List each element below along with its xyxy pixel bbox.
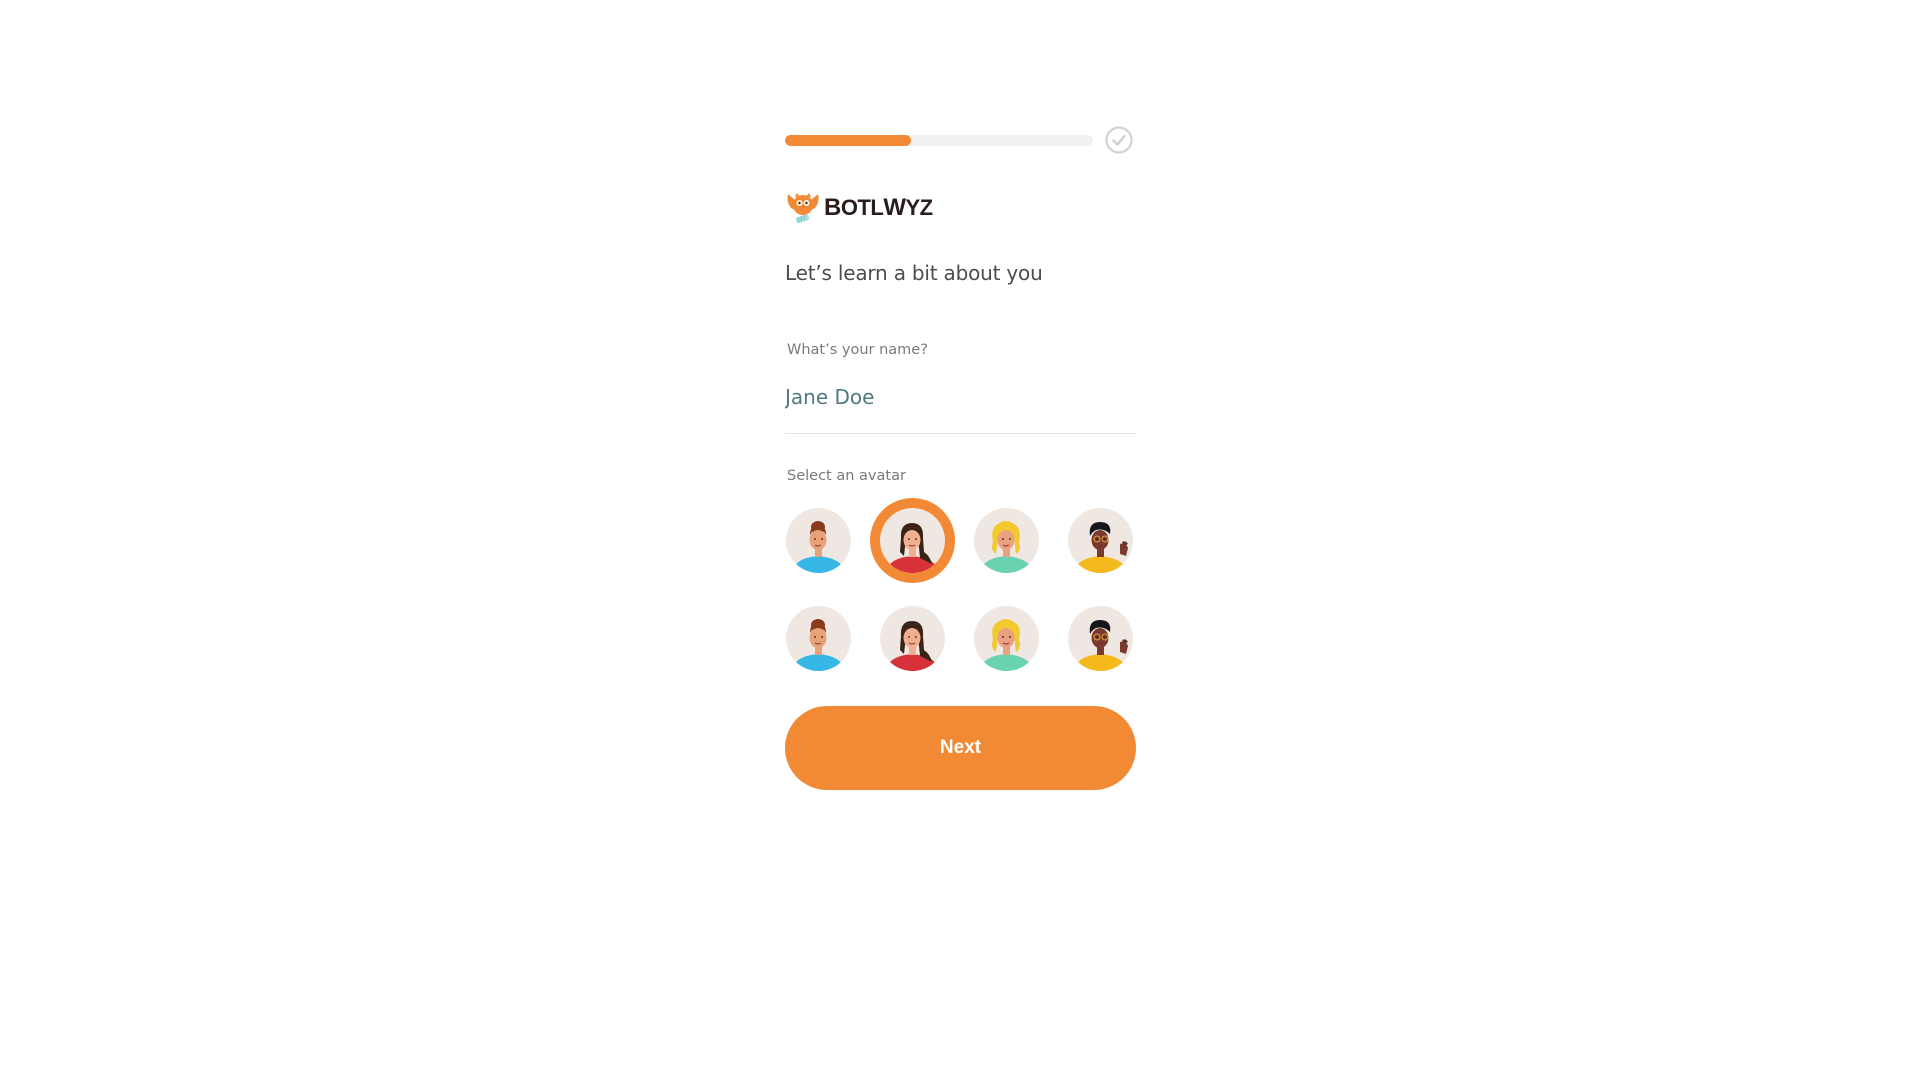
name-field-label: What’s your name? <box>787 342 928 358</box>
avatar-image <box>886 523 940 573</box>
avatar-image <box>980 521 1034 573</box>
progress-row <box>785 126 1136 154</box>
avatar-image <box>886 621 940 671</box>
name-input[interactable] <box>785 380 1136 434</box>
owl-bottle-logo-icon <box>787 193 819 224</box>
brand-name: BOTLWYZ <box>824 194 933 221</box>
avatar-image <box>980 619 1034 671</box>
avatar-option-man-bun-blue-shirt[interactable] <box>786 508 851 573</box>
avatar-image <box>1074 620 1128 671</box>
progress-bar <box>785 135 1093 146</box>
avatar-image <box>792 521 846 573</box>
avatar-option-man-glasses-yellow-shirt[interactable] <box>1068 508 1133 573</box>
avatar-option-woman-long-hair-red-top[interactable] <box>880 508 945 573</box>
avatar-image <box>1074 522 1128 573</box>
avatar-option-woman-blonde-curly-mint-top[interactable] <box>974 508 1039 573</box>
progress-fill <box>785 135 912 146</box>
avatar-option-man-bun-blue-shirt[interactable] <box>786 606 851 671</box>
avatar-option-woman-blonde-curly-mint-top[interactable] <box>974 606 1039 671</box>
brand-logo: BOTLWYZ <box>785 188 933 228</box>
page-heading: Let’s learn a bit about you <box>785 261 1043 285</box>
avatar-section-label: Select an avatar <box>787 468 906 484</box>
avatar-option-man-glasses-yellow-shirt[interactable] <box>1068 606 1133 671</box>
next-button[interactable]: Next <box>785 706 1136 790</box>
avatar-image <box>792 619 846 671</box>
check-circle-icon <box>1105 126 1133 154</box>
avatar-option-woman-long-hair-red-top[interactable] <box>880 606 945 671</box>
